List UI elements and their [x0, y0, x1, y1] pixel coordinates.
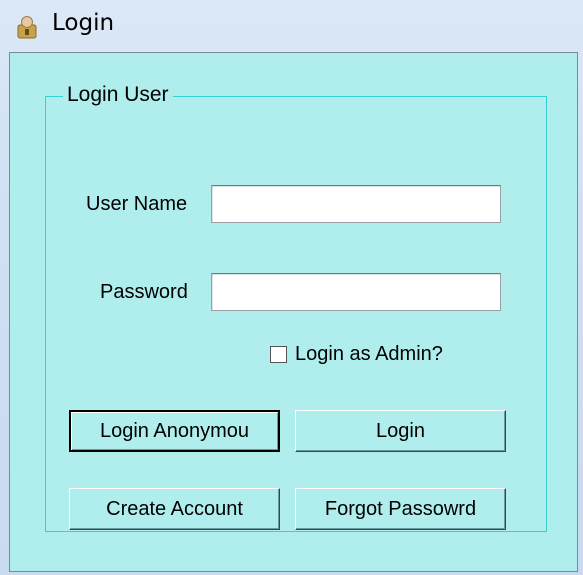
password-input[interactable]	[211, 273, 501, 311]
lock-user-icon	[17, 16, 37, 39]
password-label: Password	[100, 281, 188, 303]
login-form: Login User User Name Password Login as A…	[9, 52, 578, 572]
admin-checkbox-label[interactable]: Login as Admin?	[295, 343, 443, 366]
login-user-group: Login User User Name Password Login as A…	[45, 81, 547, 532]
title-bar[interactable]: Login	[0, 0, 583, 50]
username-label: User Name	[86, 193, 188, 215]
group-legend: Login User	[63, 81, 173, 109]
forgot-password-button[interactable]: Forgot Passowrd	[295, 488, 506, 530]
login-as-admin-checkbox[interactable]: Login as Admin?	[270, 343, 443, 366]
login-anonymous-button[interactable]: Login Anonymou	[69, 410, 280, 452]
admin-checkbox-box[interactable]	[270, 346, 287, 363]
login-button[interactable]: Login	[295, 410, 506, 452]
window-title: Login	[52, 10, 115, 36]
create-account-button[interactable]: Create Account	[69, 488, 280, 530]
username-input[interactable]	[211, 185, 501, 223]
